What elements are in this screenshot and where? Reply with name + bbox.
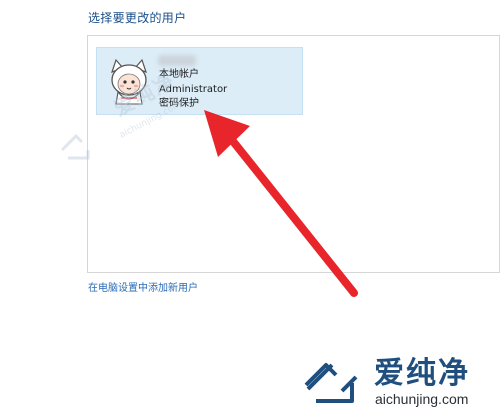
logo-url-text: aichunjing.com: [375, 391, 469, 407]
logo-cn-text: 爱纯净: [374, 356, 470, 391]
watermark-small: 爱纯净 aichunjing.com: [58, 69, 183, 176]
blurred-user-name: [158, 55, 196, 66]
section-title: 选择要更改的用户: [88, 11, 187, 25]
aichunjing-logo-icon: [304, 363, 358, 403]
aichunjing-watermark: 爱纯净 aichunjing.com: [300, 355, 495, 410]
add-new-user-link[interactable]: 在电脑设置中添加新用户: [88, 279, 198, 294]
watermark-logo-icon: [60, 133, 90, 160]
